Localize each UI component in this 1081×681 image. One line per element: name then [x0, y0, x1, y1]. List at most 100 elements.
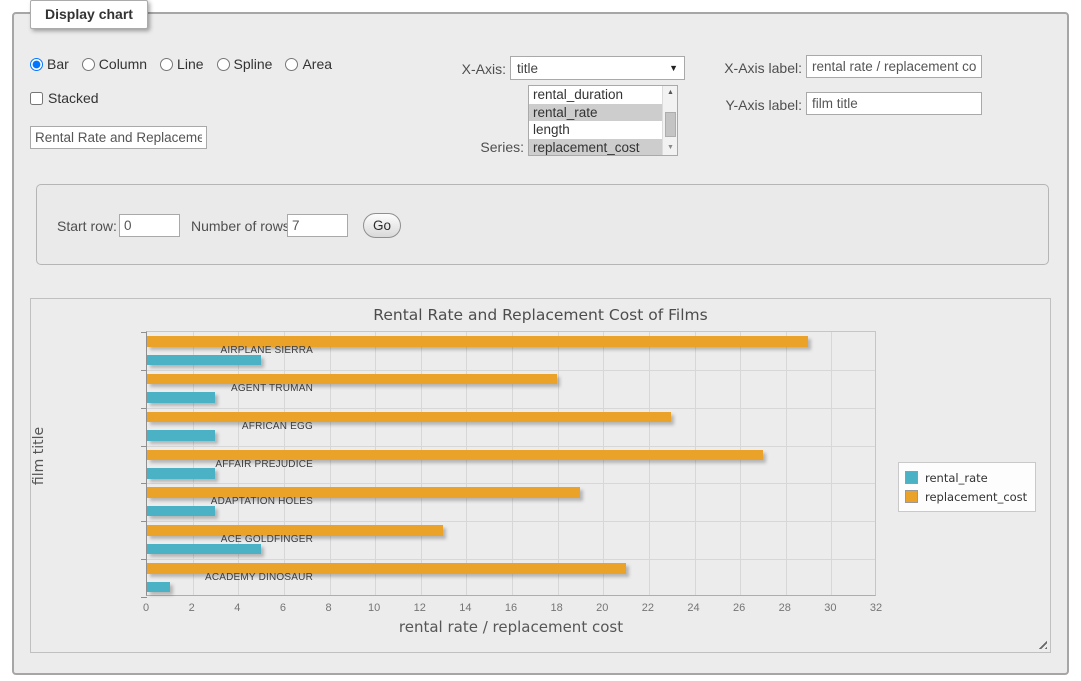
series-scrollbar[interactable]: ▲ ▼ [662, 86, 677, 155]
gridline [421, 332, 422, 595]
gridline [831, 332, 832, 595]
stacked-label: Stacked [48, 90, 99, 106]
gridline [330, 332, 331, 595]
chart-type-radio-spline[interactable]: Spline [217, 56, 273, 72]
go-button[interactable]: Go [363, 213, 401, 238]
x-tick-label: 0 [143, 602, 149, 614]
stacked-checkbox-input[interactable] [30, 92, 43, 105]
legend-label: replacement_cost [925, 490, 1027, 504]
gridline [558, 332, 559, 595]
y-axis-category-label: AIRPLANE SIERRA [193, 345, 313, 356]
series-list-label: Series: [444, 139, 524, 155]
resize-grip-icon[interactable] [1036, 638, 1047, 649]
y-tick-mark [141, 370, 147, 371]
y-axis-label-input[interactable] [806, 92, 982, 115]
bar-rental_rate [147, 582, 170, 593]
bar-rental_rate [147, 392, 215, 403]
gridline [740, 332, 741, 595]
y-axis-title: film title [31, 406, 51, 506]
series-options: rental_durationrental_ratelengthreplacem… [529, 86, 662, 156]
series-listbox[interactable]: rental_durationrental_ratelengthreplacem… [528, 85, 678, 156]
y-tick-mark [141, 408, 147, 409]
series-option-replacement_cost[interactable]: replacement_cost [529, 139, 662, 157]
start-row-input[interactable] [119, 214, 180, 237]
y-tick-mark [141, 332, 147, 333]
y-tick-mark [141, 483, 147, 484]
chart-type-radio-line[interactable]: Line [160, 56, 203, 72]
series-option-length[interactable]: length [529, 121, 662, 139]
x-tick-label: 2 [189, 602, 195, 614]
y-axis-category-label: AGENT TRUMAN [193, 383, 313, 394]
panel-title: Display chart [30, 0, 148, 29]
chart-type-radio-input-bar[interactable] [30, 58, 43, 71]
chart-type-radio-label: Line [177, 56, 203, 72]
gridline [147, 559, 875, 560]
number-of-rows-input[interactable] [287, 214, 348, 237]
chart-type-radio-column[interactable]: Column [82, 56, 147, 72]
gridline [466, 332, 467, 595]
stacked-checkbox[interactable]: Stacked [30, 90, 99, 106]
x-tick-label: 6 [280, 602, 286, 614]
x-axis-title: rental rate / replacement cost [146, 618, 876, 636]
x-tick-label: 30 [824, 602, 836, 614]
y-axis-category-label: AFFAIR PREJUDICE [193, 459, 313, 470]
y-axis-category-label: AFRICAN EGG [193, 421, 313, 432]
y-tick-mark [141, 559, 147, 560]
chart-type-radio-input-line[interactable] [160, 58, 173, 71]
series-option-rental_rate[interactable]: rental_rate [529, 104, 662, 122]
gridline [603, 332, 604, 595]
x-axis-label-label: X-Axis label: [714, 60, 802, 76]
chart-legend: rental_rate replacement_cost [898, 462, 1036, 512]
gridline [147, 408, 875, 409]
y-tick-mark [141, 597, 147, 598]
x-axis-label-input[interactable] [806, 55, 982, 78]
x-axis-select[interactable]: title ▼ [510, 56, 685, 80]
bar-rental_rate [147, 355, 261, 366]
chart-type-radio-label: Bar [47, 56, 69, 72]
gridline [649, 332, 650, 595]
row-range-box: Start row: Number of rows: Go [36, 184, 1049, 265]
chart-container: Rental Rate and Replacement Cost of Film… [30, 298, 1051, 653]
y-axis-category-label: ACE GOLDFINGER [193, 534, 313, 545]
gridline [512, 332, 513, 595]
chart-type-radio-input-area[interactable] [285, 58, 298, 71]
scroll-down-icon[interactable]: ▼ [663, 141, 678, 155]
gridline [147, 446, 875, 447]
chart-type-radio-area[interactable]: Area [285, 56, 332, 72]
gridline [786, 332, 787, 595]
bar-rental_rate [147, 544, 261, 555]
series-option-rental_duration[interactable]: rental_duration [529, 86, 662, 104]
x-tick-label: 18 [551, 602, 563, 614]
chart-type-radio-label: Spline [234, 56, 273, 72]
chart-title-input[interactable] [30, 126, 207, 149]
chart-type-radio-input-column[interactable] [82, 58, 95, 71]
x-tick-label: 32 [870, 602, 882, 614]
x-tick-label: 28 [779, 602, 791, 614]
y-tick-mark [141, 446, 147, 447]
x-axis-selected-value: title [517, 61, 538, 76]
bar-rental_rate [147, 430, 215, 441]
scroll-up-icon[interactable]: ▲ [663, 86, 678, 100]
bar-rental_rate [147, 468, 215, 479]
chart-type-radio-group: Bar Column Line Spline Area [30, 56, 332, 72]
x-tick-label: 26 [733, 602, 745, 614]
y-tick-mark [141, 521, 147, 522]
number-of-rows-label: Number of rows: [191, 218, 294, 234]
bar-rental_rate [147, 506, 215, 517]
legend-item-replacement-cost: replacement_cost [905, 487, 1027, 506]
gridline [375, 332, 376, 595]
chart-type-radio-label: Area [302, 56, 332, 72]
x-axis-select-label: X-Axis: [444, 61, 506, 77]
legend-item-rental-rate: rental_rate [905, 468, 1027, 487]
x-tick-label: 8 [325, 602, 331, 614]
scrollbar-thumb[interactable] [665, 112, 676, 137]
x-tick-label: 10 [368, 602, 380, 614]
chart-title: Rental Rate and Replacement Cost of Film… [31, 306, 1050, 324]
chevron-down-icon: ▼ [669, 63, 678, 73]
legend-label: rental_rate [925, 471, 988, 485]
y-axis-category-label: ACADEMY DINOSAUR [193, 572, 313, 583]
gridline [147, 370, 875, 371]
chart-type-radio-input-spline[interactable] [217, 58, 230, 71]
x-tick-label: 12 [414, 602, 426, 614]
chart-type-radio-bar[interactable]: Bar [30, 56, 69, 72]
